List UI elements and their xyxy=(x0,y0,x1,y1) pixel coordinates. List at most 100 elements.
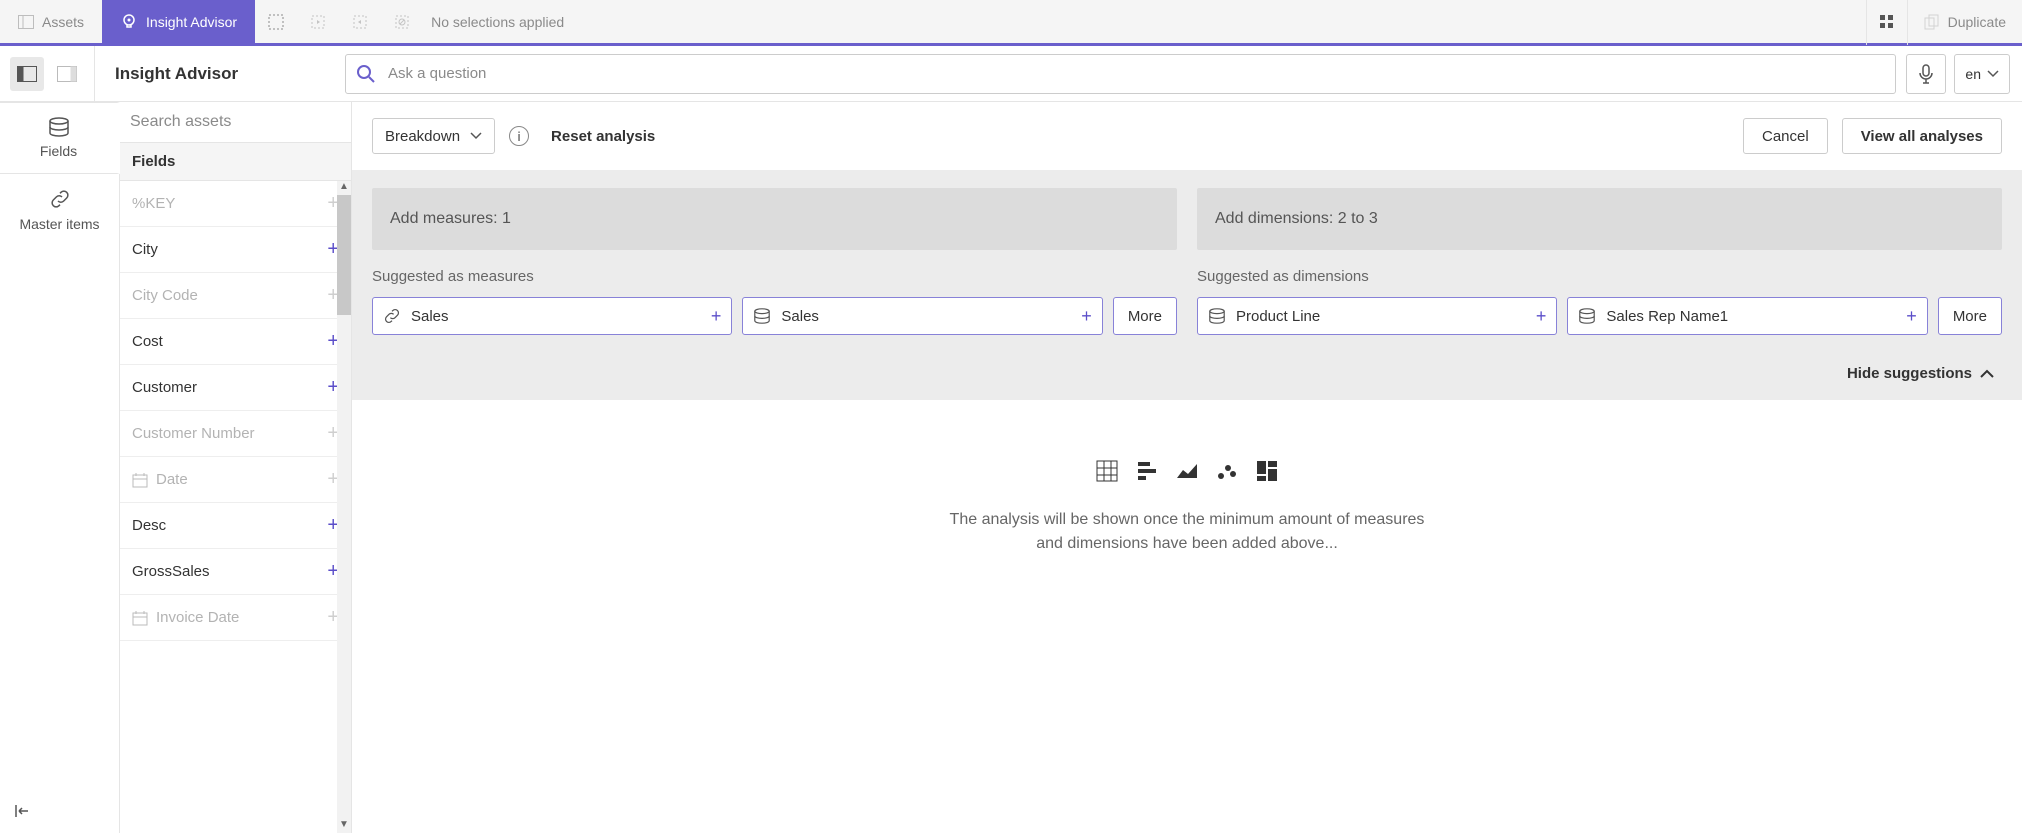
hide-suggestions-toggle[interactable]: Hide suggestions xyxy=(352,353,2022,400)
field-row[interactable]: City Code+ xyxy=(120,273,351,319)
suggested-measures-label: Suggested as measures xyxy=(372,268,1177,285)
add-measures-dropzone[interactable]: Add measures: 1 xyxy=(372,188,1177,250)
field-label: Date xyxy=(132,471,188,488)
add-chip-button[interactable]: + xyxy=(1081,306,1092,327)
suggestion-chip[interactable]: Sales+ xyxy=(372,297,732,335)
sub-toolbar: Insight Advisor en xyxy=(0,46,2022,102)
chip-label: Sales Rep Name1 xyxy=(1606,308,1896,325)
field-row[interactable]: Desc+ xyxy=(120,503,351,549)
ask-question-input[interactable] xyxy=(386,64,1895,83)
database-icon xyxy=(1208,308,1226,324)
duplicate-icon xyxy=(1924,14,1940,30)
table-icon xyxy=(1096,460,1118,482)
language-selector[interactable]: en xyxy=(1954,54,2010,94)
assets-search-wrap xyxy=(120,102,351,143)
hide-suggestions-label: Hide suggestions xyxy=(1847,365,1972,382)
reset-analysis-button[interactable]: Reset analysis xyxy=(543,128,663,145)
step-forward-icon[interactable] xyxy=(339,0,381,45)
chevron-up-icon xyxy=(1980,369,1994,379)
info-icon[interactable]: i xyxy=(509,126,529,146)
scrollbar-track[interactable]: ▲ ▼ xyxy=(337,181,351,833)
no-selections-label: No selections applied xyxy=(423,14,572,30)
analysis-type-dropdown[interactable]: Breakdown xyxy=(372,118,495,154)
step-back-icon[interactable] xyxy=(297,0,339,45)
duplicate-label: Duplicate xyxy=(1948,14,2006,30)
collapse-rail-button[interactable] xyxy=(0,789,119,833)
field-row[interactable]: Invoice Date+ xyxy=(120,595,351,641)
area-chart-icon xyxy=(1176,460,1198,482)
suggested-dimensions-label: Suggested as dimensions xyxy=(1197,268,2002,285)
field-label: Customer Number xyxy=(132,425,255,442)
chevron-down-icon xyxy=(1987,70,1999,78)
analysis-controls: Breakdown i Reset analysis Cancel View a… xyxy=(352,102,2022,170)
left-panel-toggle[interactable] xyxy=(10,57,44,91)
duplicate-button[interactable]: Duplicate xyxy=(1908,0,2022,43)
top-toolbar: Assets Insight Advisor No selections app… xyxy=(0,0,2022,46)
field-label: Cost xyxy=(132,333,163,350)
cancel-button[interactable]: Cancel xyxy=(1743,118,1828,154)
database-icon xyxy=(1578,308,1596,324)
assets-tab[interactable]: Assets xyxy=(0,0,102,43)
field-row[interactable]: Customer Number+ xyxy=(120,411,351,457)
rail-master-items-label: Master items xyxy=(19,216,99,232)
assets-list: %KEY+City+City Code+Cost+Customer+Custom… xyxy=(120,181,351,833)
panel-right-icon xyxy=(57,66,77,82)
suggestion-chip[interactable]: Sales + xyxy=(742,297,1102,335)
scroll-up-arrow[interactable]: ▲ xyxy=(337,181,351,195)
collapse-icon xyxy=(14,803,30,819)
language-label: en xyxy=(1965,66,1981,82)
microphone-icon xyxy=(1918,64,1934,84)
field-label: %KEY xyxy=(132,195,175,212)
suggestion-chip[interactable]: Sales Rep Name1 + xyxy=(1567,297,1927,335)
add-chip-button[interactable]: + xyxy=(1906,306,1917,327)
suggestion-chip[interactable]: Product Line + xyxy=(1197,297,1557,335)
asset-type-rail: Fields Master items xyxy=(0,102,120,833)
panel-icon xyxy=(18,15,34,29)
ask-question-search[interactable] xyxy=(345,54,1896,94)
view-all-analyses-button[interactable]: View all analyses xyxy=(1842,118,2002,154)
slots-area: Add measures: 1 Suggested as measures Sa… xyxy=(352,170,2022,353)
scrollbar-thumb[interactable] xyxy=(337,195,351,315)
scroll-down-arrow[interactable]: ▼ xyxy=(337,819,351,833)
panel-toggle-group xyxy=(0,46,95,101)
grid-view-icon[interactable] xyxy=(1866,0,1908,45)
analysis-type-label: Breakdown xyxy=(385,128,460,145)
treemap-icon xyxy=(1256,460,1278,482)
clear-selections-icon[interactable] xyxy=(381,0,423,45)
lightbulb-icon xyxy=(120,13,138,31)
assets-search-input[interactable] xyxy=(128,112,343,132)
field-row[interactable]: Date+ xyxy=(120,457,351,503)
add-chip-button[interactable]: + xyxy=(1536,306,1547,327)
rail-tab-fields[interactable]: Fields xyxy=(0,102,120,174)
add-chip-button[interactable]: + xyxy=(711,306,722,327)
database-icon xyxy=(753,308,771,324)
chevron-down-icon xyxy=(470,132,482,140)
viz-type-icons xyxy=(1096,460,1278,482)
empty-state-message: The analysis will be shown once the mini… xyxy=(947,508,1427,556)
field-row[interactable]: GrossSales+ xyxy=(120,549,351,595)
field-row[interactable]: Cost+ xyxy=(120,319,351,365)
dimensions-column: Add dimensions: 2 to 3 Suggested as dime… xyxy=(1197,170,2002,353)
panel-left-icon xyxy=(17,66,37,82)
insight-advisor-tab[interactable]: Insight Advisor xyxy=(102,0,255,43)
more-dimensions-button[interactable]: More xyxy=(1938,297,2002,335)
rail-tab-master-items[interactable]: Master items xyxy=(0,174,119,246)
more-measures-button[interactable]: More xyxy=(1113,297,1177,335)
microphone-button[interactable] xyxy=(1906,54,1946,94)
field-label: Customer xyxy=(132,379,197,396)
selection-tool-icon[interactable] xyxy=(255,0,297,45)
empty-state: The analysis will be shown once the mini… xyxy=(352,400,2022,833)
add-dimensions-dropzone[interactable]: Add dimensions: 2 to 3 xyxy=(1197,188,2002,250)
chip-label: Sales xyxy=(781,308,1071,325)
bar-chart-icon xyxy=(1136,460,1158,482)
field-row[interactable]: Customer+ xyxy=(120,365,351,411)
field-row[interactable]: %KEY+ xyxy=(120,181,351,227)
page-title: Insight Advisor xyxy=(95,64,335,84)
field-label: Desc xyxy=(132,517,166,534)
field-row[interactable]: City+ xyxy=(120,227,351,273)
body: Fields Master items Fields %KEY+City+Cit… xyxy=(0,102,2022,833)
link-icon xyxy=(383,307,401,325)
field-label: Invoice Date xyxy=(132,609,239,626)
chip-label: Product Line xyxy=(1236,308,1526,325)
right-panel-toggle[interactable] xyxy=(50,57,84,91)
